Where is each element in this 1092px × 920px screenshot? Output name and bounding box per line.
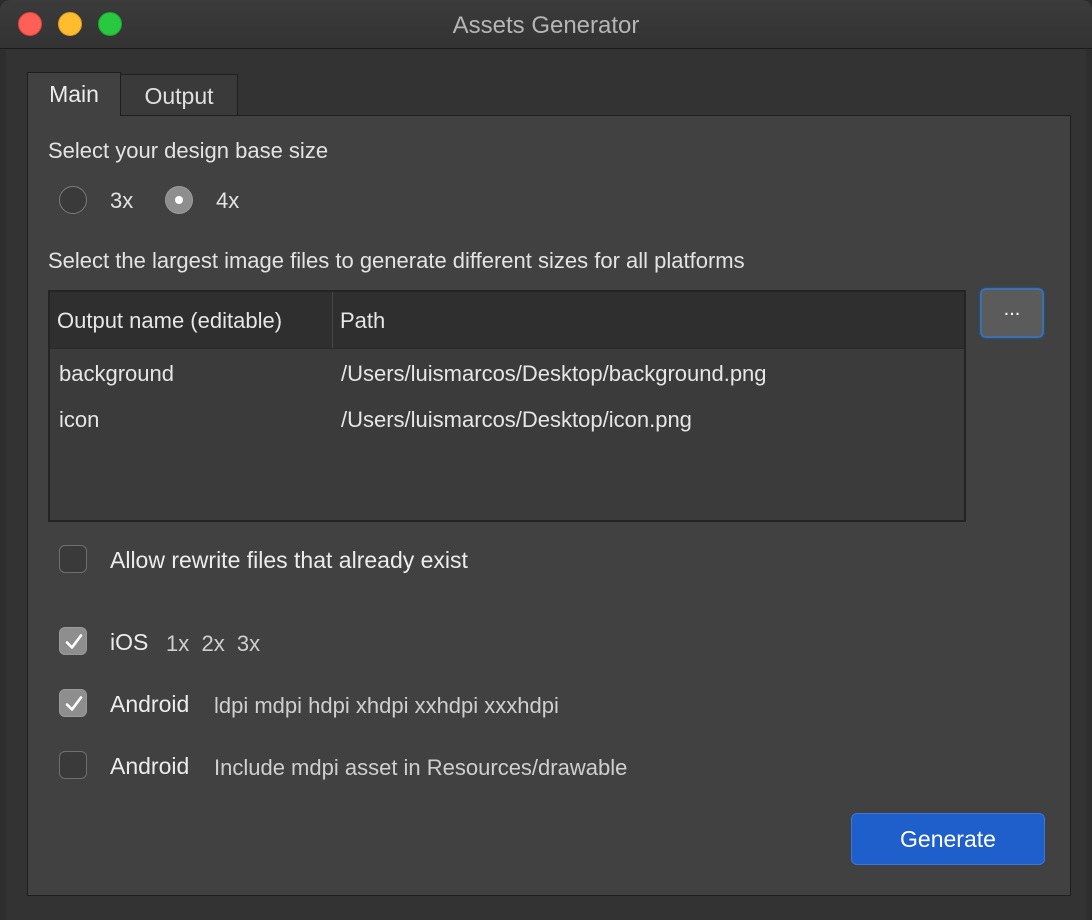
base-size-label: Select your design base size: [48, 138, 329, 163]
title-bar: Assets Generator: [0, 0, 1092, 49]
files-table: Output name (editable) Path background /…: [48, 290, 966, 522]
row-path: /Users/luismarcos/Desktop/icon.png: [341, 407, 692, 432]
android-mdpi-drawable-checkbox[interactable]: [59, 751, 87, 779]
checkmark-icon: [65, 696, 83, 711]
generate-button[interactable]: Generate: [851, 813, 1045, 865]
radio-4x[interactable]: [165, 186, 193, 214]
ios-label[interactable]: iOS: [110, 629, 148, 656]
android-densities: ldpi mdpi hdpi xhdpi xxhdpi xxxhdpi: [214, 693, 559, 718]
column-header-output-name[interactable]: Output name (editable): [57, 308, 282, 334]
assets-generator-window: Assets Generator Main Output Select your…: [0, 0, 1092, 920]
android-mdpi-drawable-detail: Include mdpi asset in Resources/drawable: [214, 755, 628, 780]
radio-4x-label[interactable]: 4x: [216, 188, 239, 214]
column-divider[interactable]: [332, 292, 333, 348]
android-checkbox[interactable]: [59, 689, 87, 717]
tab-main[interactable]: Main: [27, 72, 121, 116]
row-output-name[interactable]: icon: [59, 407, 99, 433]
android-label[interactable]: Android: [110, 691, 189, 718]
table-header: Output name (editable) Path: [50, 292, 964, 349]
checkmark-icon: [65, 634, 83, 649]
radio-3x-label[interactable]: 3x: [110, 188, 133, 214]
tab-output[interactable]: Output: [121, 74, 238, 116]
files-label: Select the largest image files to genera…: [48, 248, 745, 273]
row-output-name[interactable]: background: [59, 361, 174, 387]
window-title: Assets Generator: [452, 12, 640, 39]
column-header-path[interactable]: Path: [340, 308, 385, 334]
ios-checkbox[interactable]: [59, 627, 87, 655]
android-mdpi-drawable-label[interactable]: Android: [110, 753, 189, 780]
ios-sizes: 1x 2x 3x: [166, 631, 261, 656]
allow-rewrite-label[interactable]: Allow rewrite files that already exist: [110, 547, 468, 574]
allow-rewrite-checkbox[interactable]: [59, 545, 87, 573]
radio-3x[interactable]: [59, 186, 87, 214]
row-path: /Users/luismarcos/Desktop/background.png: [341, 361, 767, 386]
browse-files-button[interactable]: ...: [980, 288, 1044, 338]
